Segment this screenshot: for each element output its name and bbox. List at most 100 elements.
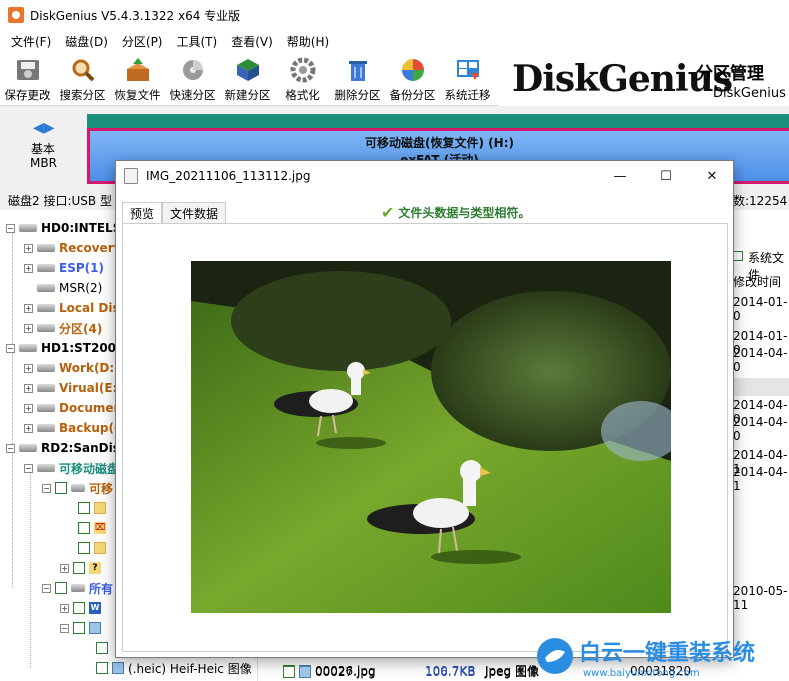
- expand-icon[interactable]: +: [24, 243, 33, 253]
- tree-item-removable[interactable]: − 可移动磁盘: [24, 458, 119, 478]
- tree-item-deleted[interactable]: ⌧: [78, 518, 110, 538]
- expand-icon[interactable]: +: [24, 383, 33, 393]
- word-doc-icon: W: [89, 602, 101, 614]
- menu-disk[interactable]: 磁盘(D): [58, 33, 115, 50]
- file-types-icon: [71, 584, 85, 592]
- partition-icon: [37, 404, 55, 412]
- tree-guide-line: [12, 228, 13, 588]
- backup-partition-button[interactable]: 备份分区: [385, 52, 440, 106]
- image-file-icon: [124, 168, 138, 184]
- app-title: DiskGenius V5.4.3.1322 x64 专业版: [30, 8, 241, 23]
- tree-item-unknown[interactable]: + ?: [60, 558, 105, 578]
- tree-item-images[interactable]: −: [60, 618, 105, 638]
- tree-checkbox[interactable]: [73, 622, 85, 634]
- tree-item-virual[interactable]: + Virual(E:): [24, 378, 123, 398]
- delete-partition-button[interactable]: 删除分区: [330, 52, 385, 106]
- partition-icon: [37, 464, 55, 472]
- tree-checkbox[interactable]: [55, 582, 67, 594]
- tree-item-backup[interactable]: + Backup(G: [24, 418, 124, 438]
- tree-checkbox[interactable]: [96, 642, 108, 654]
- system-migrate-icon: [453, 56, 483, 84]
- expand-icon[interactable]: +: [24, 363, 33, 373]
- tree-item-esp[interactable]: + ESP(1): [24, 258, 104, 278]
- tree-item-hd1[interactable]: − HD1:ST2000I: [6, 338, 129, 358]
- tree-checkbox[interactable]: [78, 502, 90, 514]
- expand-icon[interactable]: +: [24, 263, 33, 273]
- new-partition-button[interactable]: 新建分区: [220, 52, 275, 106]
- menu-view[interactable]: 查看(V): [224, 33, 280, 50]
- menu-help[interactable]: 帮助(H): [280, 33, 336, 50]
- tab-preview[interactable]: 预览: [122, 202, 163, 225]
- tab-file-data[interactable]: 文件数据: [162, 202, 227, 224]
- usb-disk-icon: [19, 444, 37, 452]
- partition-icon: [71, 484, 85, 492]
- collapse-icon[interactable]: −: [24, 463, 33, 473]
- format-button[interactable]: 格式化: [275, 52, 330, 106]
- search-partition-button[interactable]: 搜索分区: [55, 52, 110, 106]
- tree-item-local-disk[interactable]: + Local Dis: [24, 298, 120, 318]
- system-files-checkbox[interactable]: [733, 251, 743, 261]
- system-migrate-button[interactable]: 系统迁移: [440, 52, 495, 106]
- collapse-icon[interactable]: −: [42, 483, 51, 493]
- tree-checkbox[interactable]: [96, 662, 108, 674]
- maximize-button[interactable]: ☐: [643, 161, 689, 191]
- file-row[interactable]: 00027.jpg 106.7KB Jpeg 图像: [115, 661, 575, 681]
- tree-item-rd2[interactable]: − RD2:SanDisk: [6, 438, 128, 458]
- tree-guide-line: [30, 468, 31, 668]
- tree-item-folder[interactable]: [78, 498, 110, 518]
- image-file-icon: [89, 622, 101, 634]
- hard-disk-icon: [19, 224, 37, 232]
- expand-icon[interactable]: +: [60, 603, 69, 613]
- tree-item-folder[interactable]: [78, 538, 110, 558]
- tree-checkbox[interactable]: [73, 602, 85, 614]
- expand-icon[interactable]: +: [24, 323, 33, 333]
- tree-checkbox[interactable]: [78, 522, 90, 534]
- column-mod-time[interactable]: 修改时间: [733, 273, 781, 290]
- format-icon: [288, 56, 318, 84]
- collapse-icon[interactable]: −: [60, 623, 69, 633]
- expand-icon[interactable]: +: [24, 423, 33, 433]
- collapse-icon[interactable]: −: [6, 443, 15, 453]
- tree-item-work[interactable]: + Work(D:): [24, 358, 120, 378]
- deleted-folder-icon: ⌧: [94, 522, 106, 534]
- banner-subtag: DiskGenius: [713, 86, 786, 101]
- image-file-icon: [299, 665, 311, 678]
- disk-info-right: 数:12254: [733, 194, 788, 208]
- brand-banner: DiskGenius 分区管理 DiskGenius: [498, 52, 789, 106]
- tree-item-subtype[interactable]: [96, 638, 112, 658]
- menu-tools[interactable]: 工具(T): [170, 33, 225, 50]
- collapse-icon[interactable]: −: [6, 343, 15, 353]
- expand-icon[interactable]: +: [24, 403, 33, 413]
- tree-item-documents[interactable]: + Documen: [24, 398, 122, 418]
- mod-time-cell: 2014-04-0: [733, 415, 788, 443]
- tree-item-msr[interactable]: MSR(2): [37, 278, 102, 298]
- tree-item-removable-folder[interactable]: − 可移: [42, 478, 113, 498]
- close-button[interactable]: ✕: [689, 161, 735, 191]
- tree-item-word[interactable]: + W: [60, 598, 105, 618]
- expand-icon[interactable]: +: [24, 303, 33, 313]
- partition-icon: [37, 364, 55, 372]
- recover-files-button[interactable]: 恢复文件: [110, 52, 165, 106]
- tree-item-recovery[interactable]: + Recovery: [24, 238, 121, 258]
- partition-icon: [37, 284, 55, 292]
- save-changes-button[interactable]: 保存更改: [0, 52, 55, 106]
- tree-checkbox[interactable]: [73, 562, 85, 574]
- menu-partition[interactable]: 分区(P): [115, 33, 170, 50]
- minimize-button[interactable]: —: [597, 161, 643, 191]
- folder-icon: [94, 542, 106, 554]
- tree-item-hd0[interactable]: − HD0:INTELSS: [6, 218, 129, 238]
- tree-checkbox[interactable]: [55, 482, 67, 494]
- expand-icon[interactable]: +: [60, 563, 69, 573]
- collapse-icon[interactable]: −: [6, 223, 15, 233]
- quick-partition-button[interactable]: 快速分区: [165, 52, 220, 106]
- partition-icon: [37, 244, 55, 252]
- tree-item-partition4[interactable]: + 分区(4): [24, 318, 102, 338]
- tree-checkbox[interactable]: [78, 542, 90, 554]
- disk-nav-arrows-icon[interactable]: ◀▶: [33, 120, 55, 136]
- app-logo-icon: [8, 7, 24, 23]
- collapse-icon[interactable]: −: [42, 583, 51, 593]
- banner-tagline: 分区管理: [696, 64, 764, 84]
- row-checkbox[interactable]: [283, 665, 295, 678]
- tree-item-all-types[interactable]: − 所有: [42, 578, 113, 598]
- menu-file[interactable]: 文件(F): [4, 33, 58, 50]
